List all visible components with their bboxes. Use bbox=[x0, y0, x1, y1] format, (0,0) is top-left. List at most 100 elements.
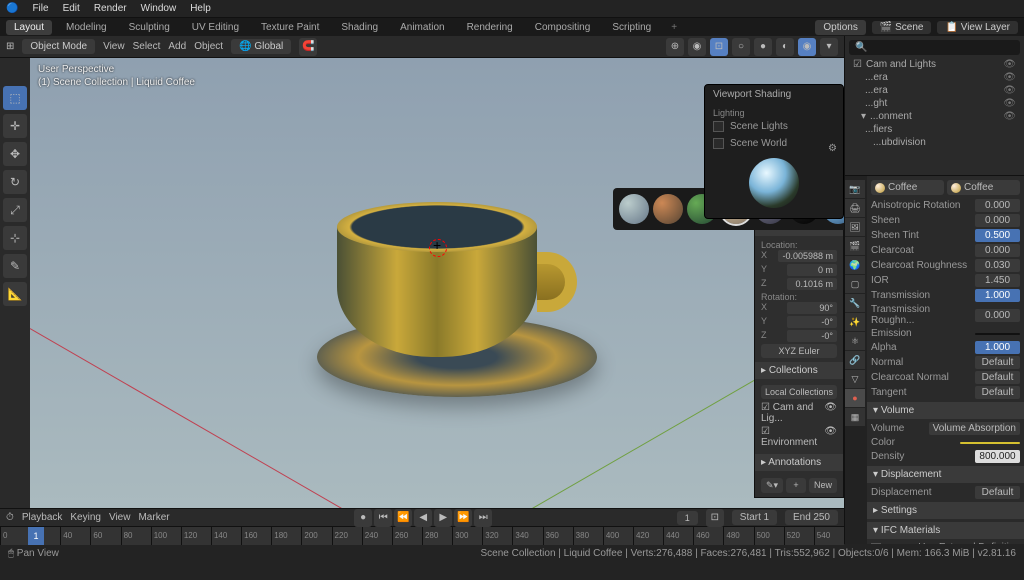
mat-prop-1[interactable]: 0.000 bbox=[975, 199, 1020, 212]
outliner-item[interactable]: ☑ Cam and Lights👁 bbox=[849, 58, 1020, 71]
xray-icon[interactable]: ⊡ bbox=[710, 38, 728, 56]
tool-move[interactable]: ✥ bbox=[3, 142, 27, 166]
ptab-physics[interactable]: ⚛ bbox=[845, 332, 865, 350]
ptab-output[interactable]: 🖨 bbox=[845, 199, 865, 217]
ptab-data[interactable]: ▽ bbox=[845, 370, 865, 388]
ptab-constraints[interactable]: 🔗 bbox=[845, 351, 865, 369]
end-frame[interactable]: End 250 bbox=[785, 510, 838, 525]
timeline-playback[interactable]: Playback bbox=[22, 512, 63, 523]
keyframe-next-icon[interactable]: ⏩ bbox=[454, 509, 472, 527]
cursor-loc-z[interactable]: 0.1016 m bbox=[787, 278, 837, 290]
tool-measure[interactable]: 📐 bbox=[3, 282, 27, 306]
eye-icon[interactable]: 👁 bbox=[1003, 85, 1016, 96]
viewport-3d[interactable]: User Perspective (1) Scene Collection | … bbox=[30, 58, 844, 508]
play-icon[interactable]: ▶ bbox=[434, 509, 452, 527]
tool-scale[interactable]: ⤢ bbox=[3, 198, 27, 222]
tab-uv[interactable]: UV Editing bbox=[184, 20, 247, 35]
material-slot-1[interactable]: Coffee bbox=[871, 180, 944, 195]
ptab-particles[interactable]: ✨ bbox=[845, 313, 865, 331]
volume-type[interactable]: Volume Absorption bbox=[929, 422, 1020, 435]
scene-world-toggle[interactable]: Scene World bbox=[713, 135, 835, 152]
hdri-thumb-2[interactable] bbox=[653, 194, 683, 224]
hdri-thumb-1[interactable] bbox=[619, 194, 649, 224]
tab-sculpting[interactable]: Sculpting bbox=[121, 20, 178, 35]
gizmo-icon[interactable]: ⊕ bbox=[666, 38, 684, 56]
ptab-viewlayer[interactable]: 🖼 bbox=[845, 218, 865, 236]
orientation-selector[interactable]: 🌐 Global bbox=[231, 39, 291, 54]
blender-logo-icon[interactable]: 🔵 bbox=[6, 3, 18, 14]
menu-add[interactable]: Add bbox=[168, 41, 186, 52]
tab-shading[interactable]: Shading bbox=[333, 20, 386, 35]
section-volume[interactable]: ▾ Volume bbox=[867, 402, 1024, 419]
eye-icon[interactable]: 👁 bbox=[1003, 59, 1016, 70]
local-collections[interactable]: Local Collections bbox=[761, 385, 837, 399]
hdri-preview-sphere[interactable] bbox=[749, 158, 799, 208]
tool-annotate[interactable]: ✎ bbox=[3, 254, 27, 278]
ifc-external-toggle[interactable]: Has External Definition bbox=[871, 542, 1020, 544]
gear-icon[interactable]: ⚙ bbox=[828, 143, 837, 154]
scene-lights-toggle[interactable]: Scene Lights bbox=[713, 118, 835, 135]
annotation-color[interactable]: ✎▾ bbox=[761, 478, 783, 493]
volume-density[interactable]: 800.000 bbox=[975, 450, 1020, 463]
tool-cursor[interactable]: ✛ bbox=[3, 114, 27, 138]
section-ifc[interactable]: ▾ IFC Materials bbox=[867, 522, 1024, 539]
cursor-loc-y[interactable]: 0 m bbox=[787, 264, 837, 276]
coll-environment[interactable]: ☑ Environment bbox=[761, 426, 824, 448]
timeline-view[interactable]: View bbox=[109, 512, 131, 523]
outliner-item[interactable]: ...ubdivision bbox=[849, 136, 1020, 149]
mat-prop-2[interactable]: 0.000 bbox=[975, 214, 1020, 227]
mat-prop-5[interactable]: 0.030 bbox=[975, 259, 1020, 272]
ptab-object[interactable]: ▢ bbox=[845, 275, 865, 293]
ptab-material[interactable]: ● bbox=[845, 389, 865, 407]
mode-selector[interactable]: Object Mode bbox=[22, 39, 95, 54]
menu-file[interactable]: File bbox=[32, 3, 48, 14]
scene-selector[interactable]: 🎬 Scene bbox=[872, 21, 932, 34]
preview-range-icon[interactable]: ⊡ bbox=[706, 509, 724, 527]
header-options[interactable]: Options bbox=[815, 20, 865, 35]
autokey-icon[interactable]: ● bbox=[354, 509, 372, 527]
shading-matprev-icon[interactable]: ◐ bbox=[776, 38, 794, 56]
eye-icon[interactable]: 👁 bbox=[1003, 72, 1016, 83]
mat-prop-8[interactable]: 0.000 bbox=[975, 309, 1020, 322]
mat-prop-9[interactable] bbox=[975, 333, 1020, 335]
timeline-keying[interactable]: Keying bbox=[70, 512, 101, 523]
menu-object[interactable]: Object bbox=[194, 41, 223, 52]
tab-animation[interactable]: Animation bbox=[392, 20, 452, 35]
ptab-render[interactable]: 📷 bbox=[845, 180, 865, 198]
tab-compositing[interactable]: Compositing bbox=[527, 20, 599, 35]
menu-view[interactable]: View bbox=[103, 41, 125, 52]
mat-prop-10[interactable]: 1.000 bbox=[975, 341, 1020, 354]
menu-render[interactable]: Render bbox=[94, 3, 127, 14]
mat-prop-4[interactable]: 0.000 bbox=[975, 244, 1020, 257]
current-frame[interactable]: 1 bbox=[677, 511, 698, 525]
ptab-scene[interactable]: 🎬 bbox=[845, 237, 865, 255]
outliner-item[interactable]: ...fiers bbox=[849, 123, 1020, 136]
panel-annotations[interactable]: ▸ Annotations bbox=[755, 454, 843, 471]
editor-type-icon[interactable]: ⊞ bbox=[6, 41, 14, 52]
cursor-rot-x[interactable]: 90° bbox=[787, 302, 837, 314]
section-settings[interactable]: ▸ Settings bbox=[867, 502, 1024, 519]
eye-icon[interactable]: 👁 bbox=[1003, 98, 1016, 109]
tab-rendering[interactable]: Rendering bbox=[459, 20, 521, 35]
cursor-rot-z[interactable]: -0° bbox=[787, 330, 837, 342]
eye-icon[interactable]: 👁 bbox=[824, 402, 837, 424]
keyframe-prev-icon[interactable]: ⏪ bbox=[394, 509, 412, 527]
shading-dropdown-icon[interactable]: ▾ bbox=[820, 38, 838, 56]
timeline-editor-icon[interactable]: ⏱ bbox=[6, 512, 14, 523]
mat-prop-7[interactable]: 1.000 bbox=[975, 289, 1020, 302]
section-displacement[interactable]: ▾ Displacement bbox=[867, 466, 1024, 483]
overlays-icon[interactable]: ◉ bbox=[688, 38, 706, 56]
rotation-mode[interactable]: XYZ Euler bbox=[761, 344, 837, 358]
menu-select[interactable]: Select bbox=[133, 41, 161, 52]
outliner-item[interactable]: ...era👁 bbox=[849, 84, 1020, 97]
annotation-new[interactable]: New bbox=[809, 478, 837, 493]
outliner-item[interactable]: ...era👁 bbox=[849, 71, 1020, 84]
tab-modeling[interactable]: Modeling bbox=[58, 20, 115, 35]
mat-prop-11[interactable]: Default bbox=[975, 356, 1020, 369]
add-workspace-button[interactable]: + bbox=[665, 20, 683, 35]
cursor-loc-x[interactable]: -0.005988 m bbox=[778, 250, 837, 262]
shading-wire-icon[interactable]: ○ bbox=[732, 38, 750, 56]
outliner-item[interactable]: ▾ ...onment👁 bbox=[849, 110, 1020, 123]
menu-help[interactable]: Help bbox=[190, 3, 211, 14]
ptab-modifiers[interactable]: 🔧 bbox=[845, 294, 865, 312]
